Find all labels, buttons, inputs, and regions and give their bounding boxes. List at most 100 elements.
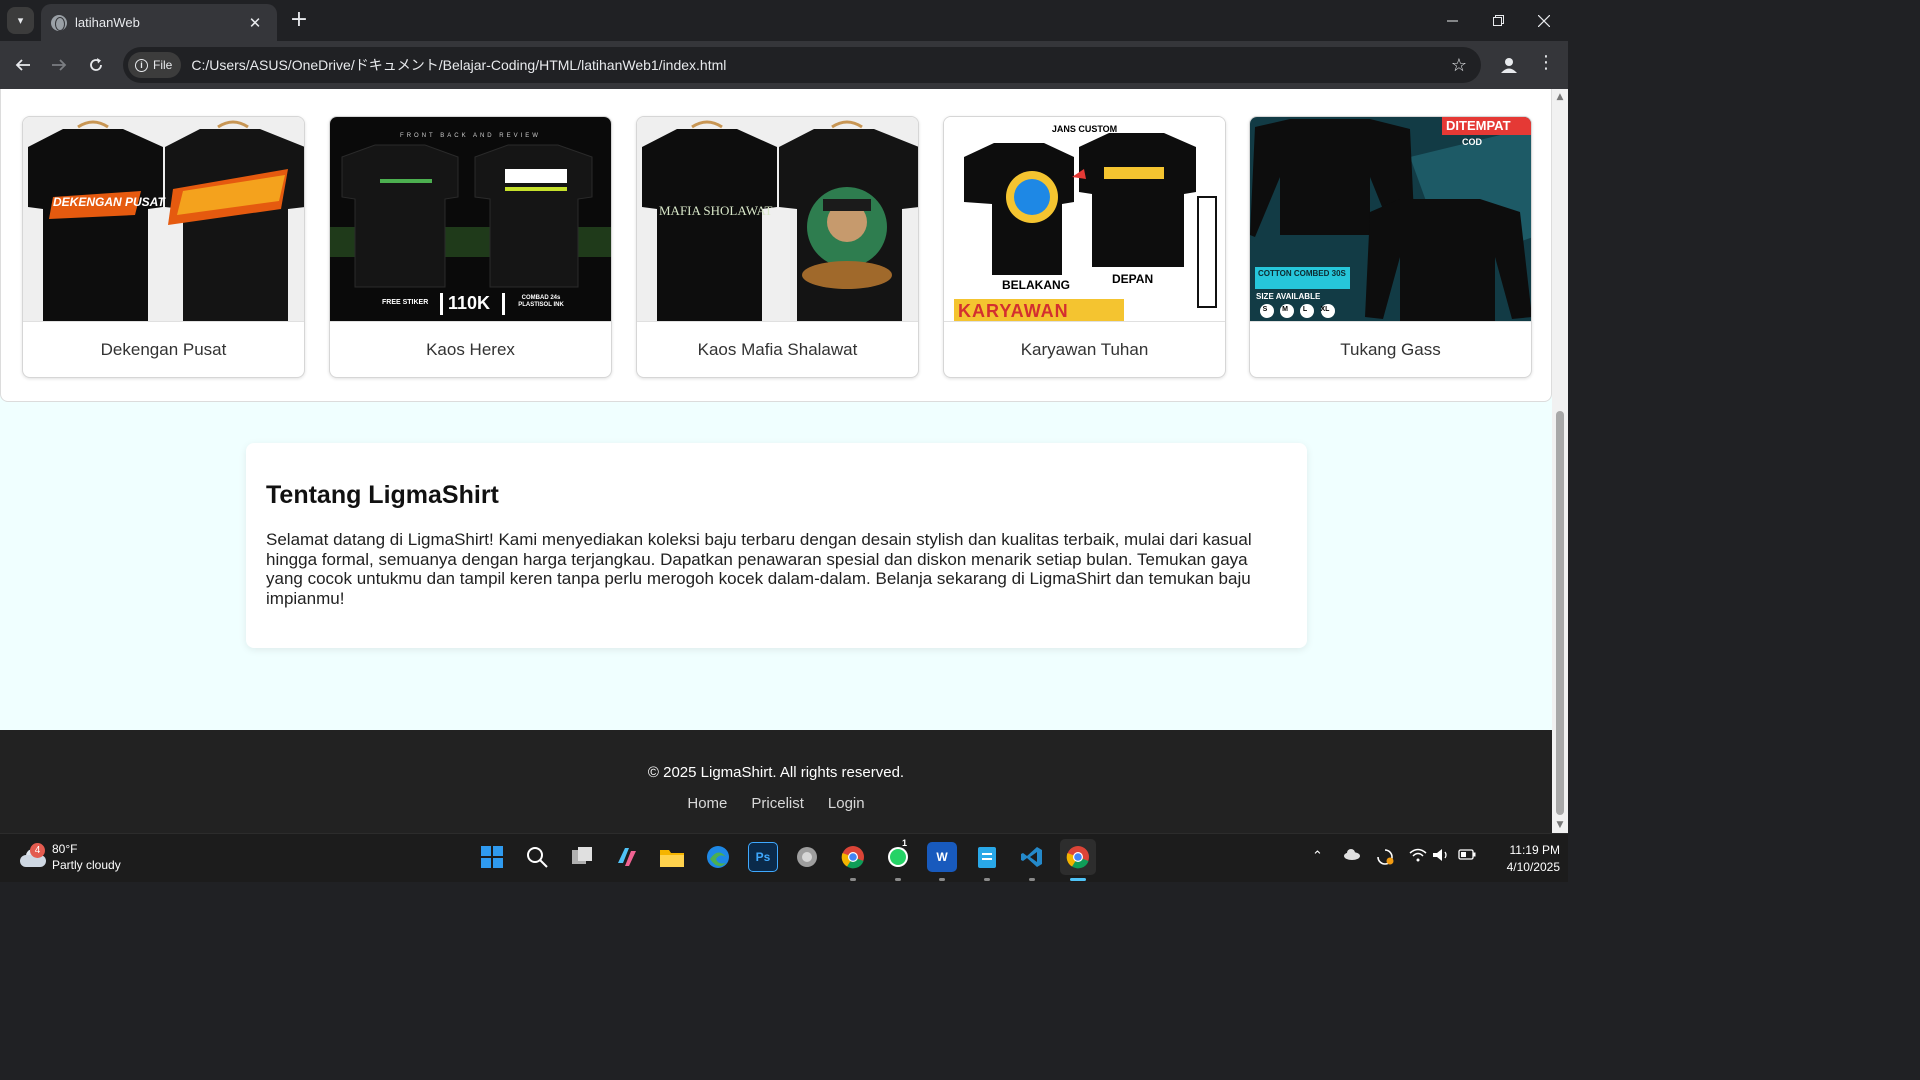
product-name: Kaos Herex [426,340,515,359]
wifi-icon[interactable] [1409,848,1427,865]
chrome-icon[interactable] [838,842,868,872]
footer-link-pricelist[interactable]: Pricelist [751,795,804,812]
sync-icon[interactable] [1376,848,1394,869]
product-image: FRONT BACK AND REVIEW FREE STIKER 110K C… [330,117,611,322]
page-viewport: DEKENGAN PUSAT Dekengan Pusat FRONT BACK… [0,89,1552,833]
reload-icon [90,58,102,71]
task-view-icon[interactable] [567,842,597,872]
thumb-back: BELAKANG [1002,278,1070,292]
thumb-sticker: FREE STIKER [382,299,429,306]
app-icon[interactable] [792,842,822,872]
restore-button[interactable] [1475,0,1521,41]
thumb-text: DEKENGAN PUSAT [53,195,165,209]
scheme-label: File [153,58,173,72]
arrow-left-icon [15,59,30,71]
close-tab-icon[interactable]: ✕ [245,14,265,32]
footer-link-home[interactable]: Home [687,795,727,812]
search-icon[interactable] [522,842,552,872]
running-indicator [1029,878,1035,881]
start-icon[interactable] [477,842,507,872]
thumb-text: MAFIA SHOLAWAT [659,203,773,218]
minimize-button[interactable] [1429,0,1475,41]
size-label: L [1302,306,1308,313]
copilot-icon[interactable] [612,842,642,872]
scroll-up-icon[interactable]: ▲ [1555,92,1565,102]
weather-badge: 4 [30,843,45,858]
photoshop-icon[interactable]: Ps [748,842,778,872]
forward-button[interactable] [46,52,72,78]
thumb-brand: JANS CUSTOM [1051,124,1118,134]
chrome-active-icon[interactable] [1060,839,1096,875]
file-explorer-icon[interactable] [657,842,687,872]
bookmark-star-icon[interactable]: ☆ [1451,55,1467,76]
globe-icon [51,14,67,31]
product-image: DEKENGAN PUSAT [23,117,304,322]
footer-link-login[interactable]: Login [828,795,865,812]
notepad-icon[interactable] [972,842,1002,872]
whatsapp-icon[interactable]: 1 [883,838,913,872]
tshirt-image-dekengan [28,120,304,321]
tshirt-image-herex [330,144,611,315]
chevron-down-icon: ▾ [17,14,24,27]
active-indicator [1070,878,1086,881]
thumb-text: DITEMPAT [1446,118,1511,133]
page-scrollbar[interactable]: ▲ ▼ [1552,89,1568,833]
clock-time: 11:19 PM [1509,843,1560,857]
volume-icon[interactable] [1432,848,1450,865]
battery-icon[interactable] [1458,848,1476,863]
tab-latihanweb[interactable]: latihanWeb ✕ [41,4,277,41]
system-clock[interactable]: 11:19 PM 4/10/2025 [1480,842,1560,876]
thumb-header: FRONT BACK AND REVIEW [400,133,541,139]
scroll-down-icon[interactable]: ▼ [1555,820,1565,830]
onedrive-icon[interactable] [1343,848,1361,863]
clock-date: 4/10/2025 [1506,860,1560,874]
tshirt-image-mafia [642,120,918,321]
size-label: XL [1320,306,1330,313]
tab-search-button[interactable]: ▾ [7,7,34,34]
size-label: M [1282,306,1288,313]
thumb-cotton: COTTON COMBED 30S [1258,269,1346,278]
about-body: Selamat datang di LigmaShirt! Kami menye… [266,530,1252,608]
close-window-button[interactable] [1521,0,1567,41]
product-card[interactable]: FRONT BACK AND REVIEW FREE STIKER 110K C… [329,116,612,378]
tab-title: latihanWeb [75,15,140,30]
partly-cloudy-icon: 4 [18,843,46,867]
about-section: Tentang LigmaShirt Selamat datang di Lig… [246,443,1307,648]
site-info-chip[interactable]: i File [128,52,182,78]
back-button[interactable] [10,52,36,78]
product-name: Karyawan Tuhan [1020,340,1149,359]
product-name: Tukang Gass [1340,340,1441,359]
address-bar[interactable]: i File C:/Users/ASUS/OneDrive/ドキュメント/Bel… [123,47,1481,83]
product-name: Dekengan Pusat [100,340,227,359]
vscode-icon[interactable] [1017,842,1047,872]
thumb-material: COMBAD 24s PLASTISOL INK [518,295,564,308]
show-hidden-icons[interactable]: ⌃ [1312,848,1323,864]
profile-button[interactable] [1497,53,1521,77]
product-card[interactable]: MAFIA SHOLAWAT Kaos Mafia Shalawat [636,116,919,378]
url-text[interactable]: C:/Users/ASUS/OneDrive/ドキュメント/Belajar-Co… [191,55,1451,75]
weather-widget[interactable]: 4 80°F Partly cloudy [18,841,121,873]
product-card[interactable]: JANS CUSTOM BELAKANG DEPAN KARYAWAN Kary… [943,116,1226,378]
browser-menu-icon[interactable]: ⋮ [1536,52,1556,73]
thumb-size: SIZE AVAILABLE [1256,292,1321,301]
copyright-text: © 2025 LigmaShirt. All rights reserved. [647,764,905,781]
size-label: S [1262,306,1268,313]
edge-icon[interactable] [703,842,733,872]
scrollbar-thumb[interactable] [1556,411,1564,815]
restore-icon [1492,15,1504,26]
tshirt-image-karyawan [954,133,1217,321]
reload-button[interactable] [83,52,109,78]
product-image: DITEMPAT COD COTTON COMBED 30S SIZE AVAI… [1250,117,1531,322]
product-card[interactable]: DITEMPAT COD COTTON COMBED 30S SIZE AVAI… [1249,116,1532,378]
running-indicator [984,878,990,881]
browser-tab-bar: ▾ latihanWeb ✕ + [0,0,1568,41]
product-name: Kaos Mafia Shalawat [697,340,858,359]
word-icon[interactable]: W [927,842,957,872]
new-tab-button[interactable]: + [287,8,311,32]
product-card[interactable]: DEKENGAN PUSAT Dekengan Pusat [22,116,305,378]
weather-condition: Partly cloudy [52,858,121,872]
minimize-icon [1446,20,1458,22]
arrow-right-icon [52,59,67,71]
site-footer: © 2025 LigmaShirt. All rights reserved. … [0,730,1552,833]
thumb-cod: COD [1462,137,1482,147]
